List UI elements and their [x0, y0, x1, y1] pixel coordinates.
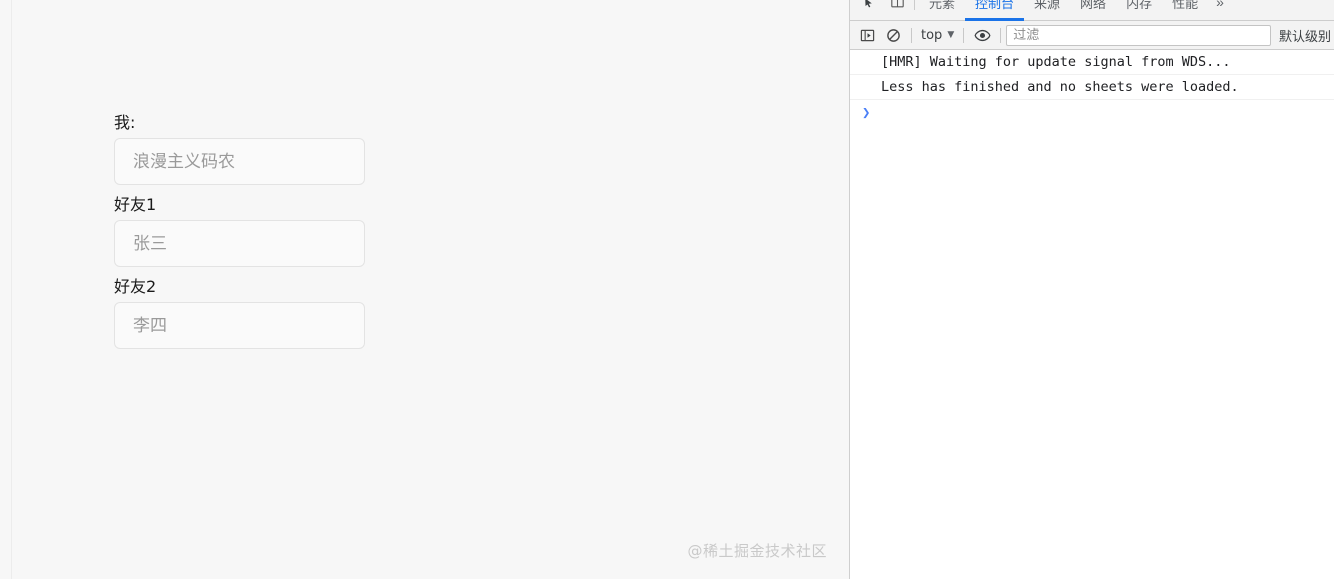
log-level-selector[interactable]: 默认级别 — [1279, 26, 1331, 45]
toolbar-divider-1 — [911, 27, 912, 43]
field-group-friend-2: 好友2 — [114, 276, 365, 349]
tab-console[interactable]: 控制台 — [965, 0, 1025, 21]
tab-memory[interactable]: 内存 — [1116, 0, 1162, 21]
tab-elements[interactable]: 元素 — [919, 0, 965, 21]
console-message-row: Less has finished and no sheets were loa… — [850, 75, 1334, 100]
web-page-viewport: 我: 好友1 好友2 @稀土掘金技术社区 — [0, 0, 849, 579]
field-group-me: 我: — [114, 112, 365, 185]
tab-memory-label: 内存 — [1126, 0, 1153, 12]
input-friend-1[interactable] — [114, 220, 365, 267]
field-group-friend-1: 好友1 — [114, 194, 365, 267]
tab-overflow-label: » — [1216, 0, 1224, 10]
chevron-down-icon: ▼ — [947, 30, 955, 40]
toolbar-divider-2 — [963, 27, 965, 43]
input-friend-2[interactable] — [114, 302, 365, 349]
tab-performance[interactable]: 性能 — [1162, 0, 1208, 21]
console-filter-input[interactable] — [1006, 24, 1271, 46]
tab-overflow-button[interactable]: » — [1210, 0, 1230, 21]
tabstrip-divider — [914, 0, 915, 10]
console-message-text: Less has finished and no sheets were loa… — [881, 79, 1239, 95]
devtools-panel: 元素 控制台 来源 网络 内存 性能 » top ▼ 过滤 默认级别 [HMR]… — [849, 0, 1334, 579]
label-friend-1: 好友1 — [114, 195, 157, 214]
prompt-chevron-icon: ❯ — [862, 105, 871, 121]
tab-performance-label: 性能 — [1172, 0, 1199, 12]
devtools-tab-strip: 元素 控制台 来源 网络 内存 性能 » — [850, 0, 1334, 21]
console-sidebar-icon[interactable] — [854, 24, 880, 46]
console-message-list[interactable]: [HMR] Waiting for update signal from WDS… — [850, 50, 1334, 579]
console-message-text: [HMR] Waiting for update signal from WDS… — [881, 54, 1231, 70]
tab-network[interactable]: 网络 — [1070, 0, 1116, 21]
friends-form: 我: 好友1 好友2 — [114, 112, 365, 358]
label-me: 我: — [114, 113, 136, 132]
execution-context-label: top — [921, 27, 943, 43]
live-expression-icon[interactable] — [969, 24, 995, 46]
inspect-element-icon[interactable] — [854, 0, 880, 14]
tab-network-label: 网络 — [1080, 0, 1107, 12]
execution-context-selector[interactable]: top ▼ — [917, 25, 958, 46]
tab-sources[interactable]: 来源 — [1024, 0, 1070, 21]
console-message-row: [HMR] Waiting for update signal from WDS… — [850, 50, 1334, 75]
tab-sources-label: 来源 — [1034, 0, 1061, 12]
device-toolbar-icon[interactable] — [884, 0, 910, 14]
log-level-label: 默认级别 — [1278, 29, 1331, 45]
clear-console-icon[interactable] — [880, 24, 906, 46]
console-prompt-row[interactable]: ❯ — [850, 100, 1334, 126]
input-me[interactable] — [114, 138, 365, 185]
toolbar-divider-3 — [1000, 27, 1002, 43]
page-left-rule — [11, 0, 12, 579]
tab-console-label: 控制台 — [975, 0, 1015, 12]
watermark: @稀土掘金技术社区 — [687, 542, 827, 560]
console-filter-toolbar: top ▼ 默认级别 — [850, 21, 1334, 50]
tab-elements-label: 元素 — [929, 0, 956, 12]
label-friend-2: 好友2 — [114, 277, 157, 296]
